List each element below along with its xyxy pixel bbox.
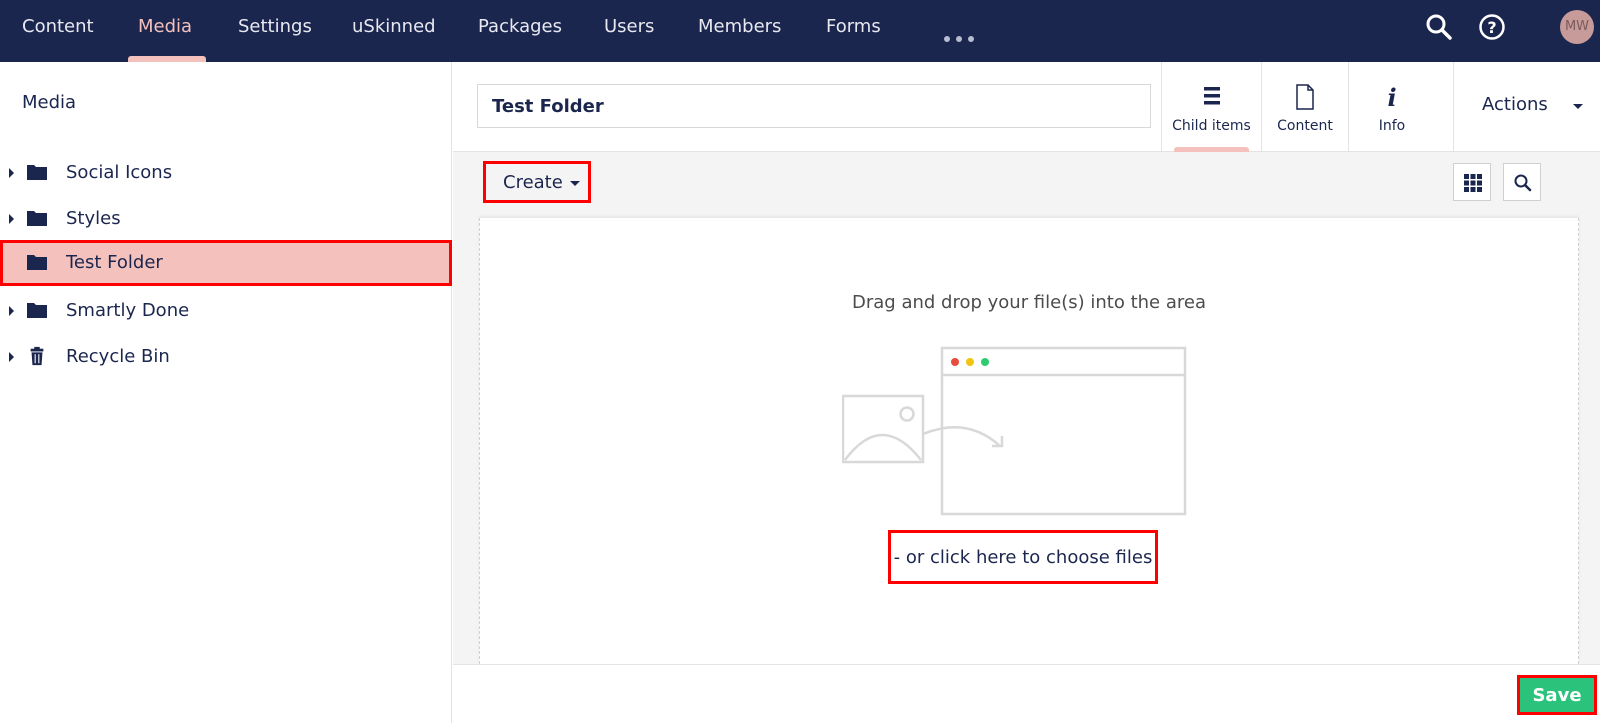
tree-item-styles[interactable]: Styles (0, 196, 452, 242)
top-navigation: Content Media Settings uSkinned Packages… (0, 0, 1600, 62)
search-toggle-button[interactable] (1503, 163, 1541, 201)
expand-caret-icon[interactable] (9, 352, 14, 362)
tree-item-label: Social Icons (66, 162, 173, 183)
tree-item-smartly-done[interactable]: Smartly Done (0, 288, 452, 334)
folder-icon (27, 303, 47, 318)
save-button[interactable]: Save (1517, 675, 1597, 715)
nav-uskinned[interactable]: uSkinned (352, 0, 436, 62)
avatar[interactable]: MW (1560, 10, 1594, 44)
expand-caret-icon[interactable] (9, 168, 14, 178)
tab-content[interactable]: Content (1261, 62, 1348, 152)
folder-icon (27, 211, 47, 226)
actions-dropdown[interactable]: Actions (1453, 62, 1600, 152)
create-button[interactable]: Create (483, 161, 591, 203)
editor-footer: Save (453, 664, 1600, 723)
chevron-down-icon (570, 181, 580, 186)
dropzone-instruction: Drag and drop your file(s) into the area (852, 292, 1206, 313)
child-items-panel: Create Drag and drop your file(s) into t… (453, 152, 1600, 664)
nav-users[interactable]: Users (604, 0, 654, 62)
tree-item-label: Smartly Done (66, 300, 190, 321)
expand-caret-icon[interactable] (9, 214, 14, 224)
svg-text:?: ? (1487, 18, 1496, 37)
media-tree-sidebar: Media Social Icons Styles Test Folder Sm… (0, 62, 452, 723)
create-label: Create (503, 171, 563, 193)
choose-files-button[interactable]: - or click here to choose files (888, 530, 1158, 584)
nav-settings[interactable]: Settings (238, 0, 312, 62)
search-icon[interactable] (1424, 12, 1454, 42)
search-icon (1514, 174, 1532, 192)
tab-label: Content (1277, 118, 1333, 134)
tab-info[interactable]: i Info (1348, 62, 1435, 152)
grid-view-button[interactable] (1453, 163, 1491, 201)
nav-packages[interactable]: Packages (478, 0, 562, 62)
tree-item-test-folder[interactable]: Test Folder (0, 240, 452, 286)
document-icon (1296, 84, 1314, 110)
tree-item-label: Styles (66, 208, 121, 229)
svg-text:i: i (1387, 84, 1396, 110)
grid-icon (1464, 174, 1482, 192)
tree-item-label: Test Folder (66, 252, 163, 273)
file-dropzone[interactable]: Drag and drop your file(s) into the area… (479, 218, 1579, 664)
tree-item-recycle-bin[interactable]: Recycle Bin (0, 334, 452, 380)
nav-content[interactable]: Content (22, 0, 94, 62)
tab-child-items[interactable]: Child items (1161, 62, 1261, 152)
expand-caret-icon[interactable] (9, 306, 14, 316)
tab-label: Info (1378, 118, 1406, 134)
nav-media[interactable]: Media (138, 0, 192, 62)
chevron-down-icon (1573, 104, 1583, 109)
tab-label: Child items (1172, 118, 1251, 134)
actions-label: Actions (1482, 94, 1548, 115)
upload-illustration-icon (842, 346, 1187, 516)
nav-members[interactable]: Members (698, 0, 781, 62)
folder-icon (27, 255, 47, 270)
editor-header: Child items Content i Info Actions (453, 62, 1600, 152)
info-icon: i (1387, 84, 1396, 110)
help-icon[interactable]: ? (1477, 12, 1507, 42)
list-icon (1203, 87, 1220, 105)
tree-item-label: Recycle Bin (66, 346, 170, 367)
folder-icon (27, 165, 47, 180)
sidebar-title: Media (22, 92, 77, 113)
tree-item-social-icons[interactable]: Social Icons (0, 150, 452, 196)
node-name-input[interactable] (477, 84, 1151, 128)
nav-forms[interactable]: Forms (826, 0, 881, 62)
ellipsis-icon[interactable] (944, 27, 980, 46)
trash-icon (30, 346, 44, 366)
